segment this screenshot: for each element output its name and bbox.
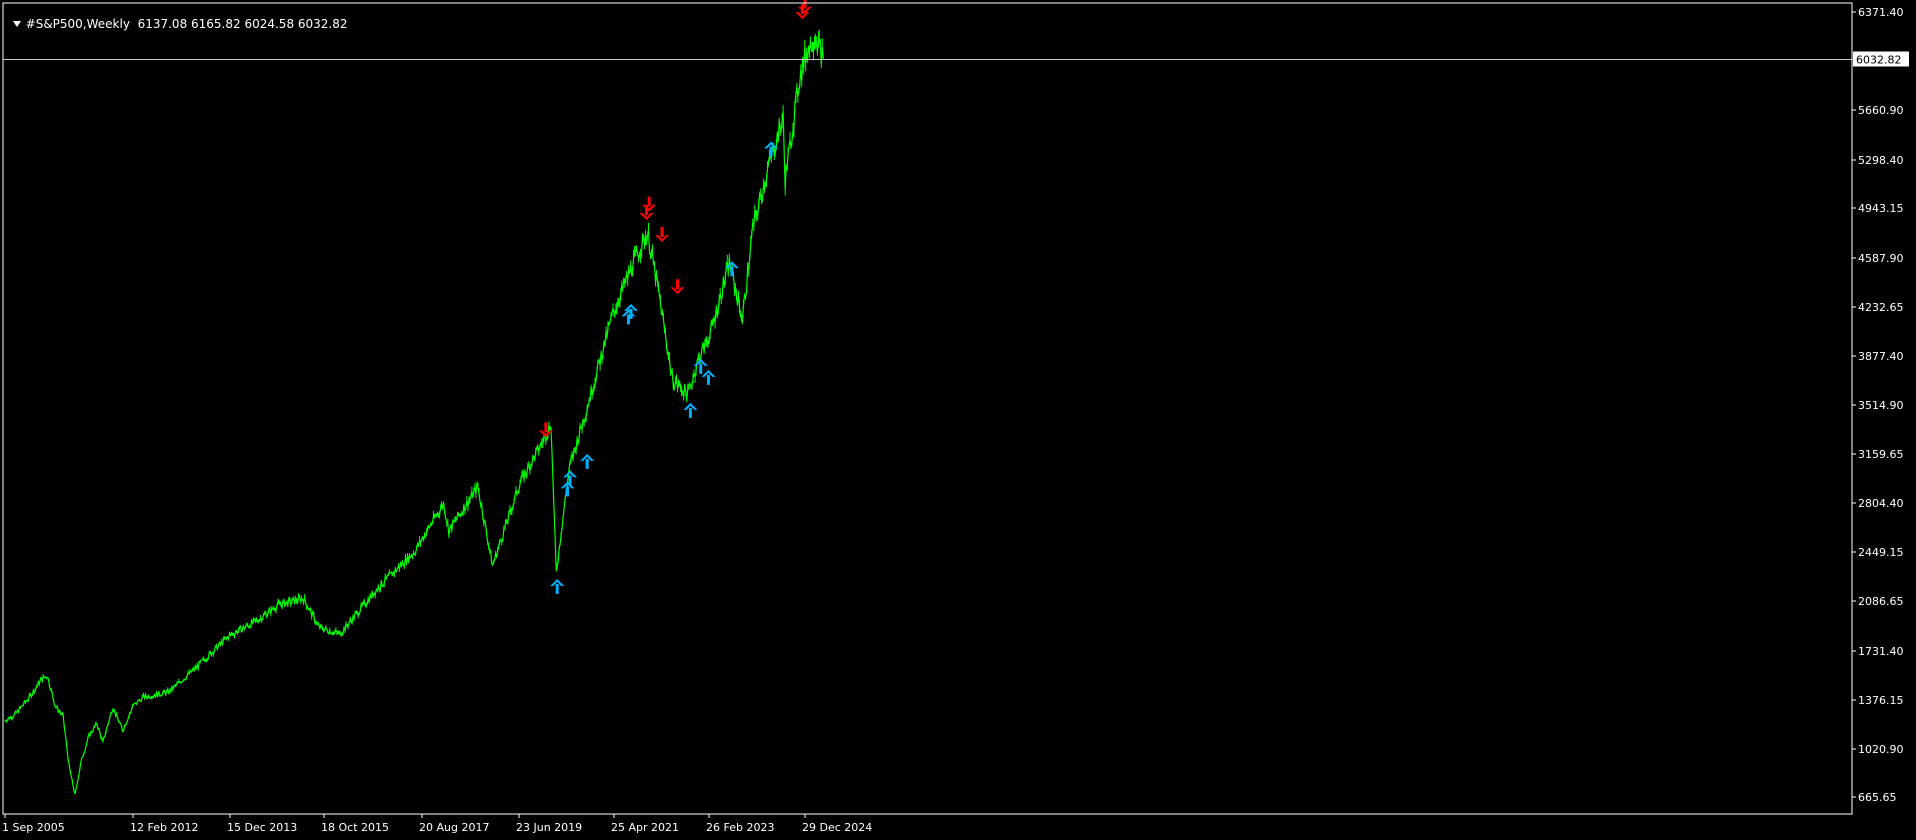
y-tick-label: 2086.65 [1858, 595, 1904, 608]
dropdown-triangle-icon[interactable] [12, 20, 21, 27]
ohlc-values: 6137.08 6165.82 6024.58 6032.82 [137, 17, 348, 31]
chart-background [0, 0, 1916, 840]
x-tick-label: 15 Dec 2013 [227, 821, 297, 834]
y-tick-label: 5298.40 [1858, 154, 1904, 167]
x-tick-label: 12 Feb 2012 [130, 821, 198, 834]
current-price-label: 6032.82 [1856, 54, 1902, 67]
price-chart[interactable]: 6371.40 5660.90 5298.40 4943.15 4587.90 4232.… [0, 0, 1916, 840]
y-tick-label: 3877.40 [1858, 350, 1904, 363]
y-tick-label: 2449.15 [1858, 546, 1904, 559]
x-tick-label: 18 Oct 2015 [321, 821, 389, 834]
y-tick-label: 3159.65 [1858, 448, 1904, 461]
x-tick-label: 23 Jun 2019 [516, 821, 582, 834]
x-tick-label: 29 Dec 2024 [802, 821, 872, 834]
y-tick-label: 4587.90 [1858, 252, 1904, 265]
x-tick-label: 25 Apr 2021 [611, 821, 679, 834]
current-price-marker: 6032.82 [1853, 51, 1909, 67]
y-tick-label: 1731.40 [1858, 645, 1904, 658]
y-tick-label: 3514.90 [1858, 399, 1904, 412]
y-tick-label: 1020.90 [1858, 743, 1904, 756]
y-tick-label: 2804.40 [1858, 497, 1904, 510]
y-tick-label: 6371.40 [1858, 6, 1904, 19]
y-tick-label: 5660.90 [1858, 104, 1904, 117]
x-tick-label: 26 Feb 2023 [706, 821, 774, 834]
chart-header: #S&P500,Weekly 6137.08 6165.82 6024.58 6… [5, 3, 348, 31]
y-tick-label: 4943.15 [1858, 202, 1904, 215]
x-tick-label: 1 Sep 2005 [2, 821, 65, 834]
y-tick-label: 665.65 [1858, 791, 1897, 804]
y-tick-label: 4232.65 [1858, 301, 1904, 314]
y-tick-label: 1376.15 [1858, 694, 1904, 707]
x-tick-label: 20 Aug 2017 [419, 821, 489, 834]
symbol-label: #S&P500,Weekly [25, 17, 130, 31]
